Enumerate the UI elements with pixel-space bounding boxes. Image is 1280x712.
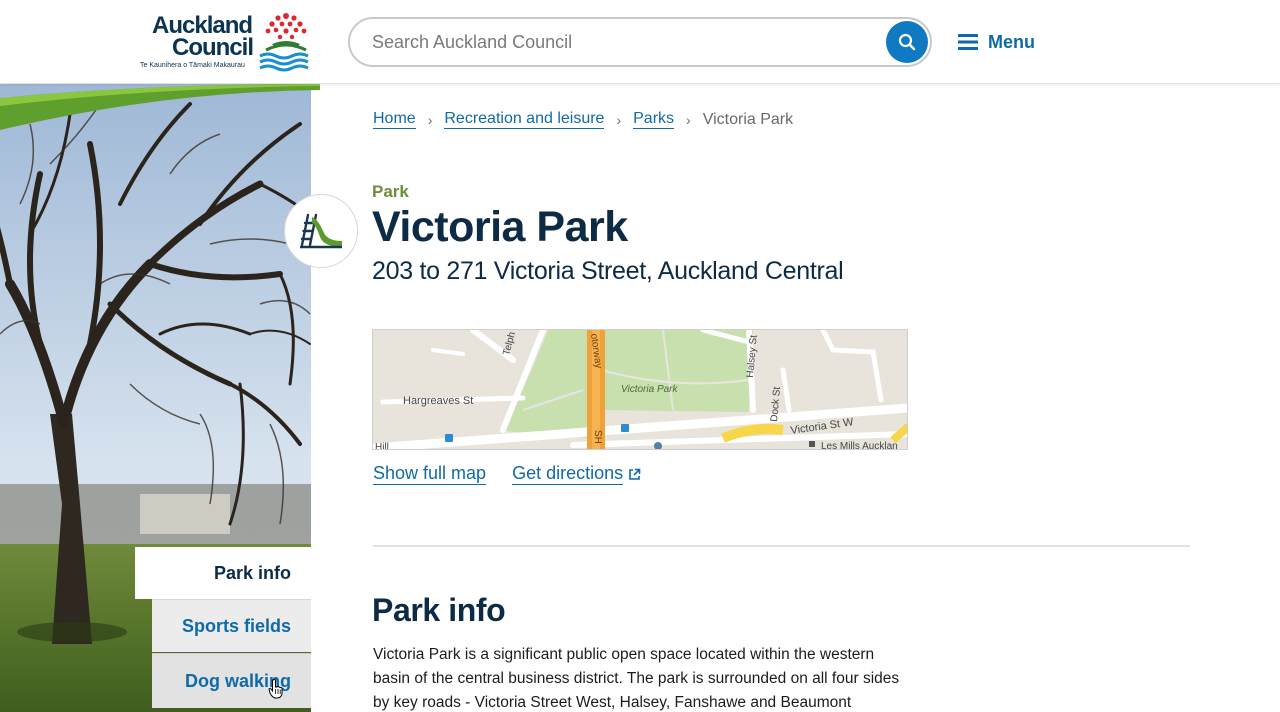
breadcrumb-parks[interactable]: Parks bbox=[633, 110, 675, 129]
pohutukawa-icon bbox=[259, 13, 309, 72]
location-map[interactable]: Victoria Park Hargreaves St Victoria St … bbox=[372, 329, 908, 450]
logo-tagline: Te Kaunihera o Tāmaki Makaurau bbox=[140, 62, 245, 69]
get-directions-link[interactable]: Get directions bbox=[512, 463, 641, 485]
map-label-sh: SH bbox=[592, 430, 603, 444]
playground-slide-icon bbox=[300, 213, 342, 249]
park-description: Victoria Park is a significant public op… bbox=[373, 646, 900, 711]
auckland-council-logo[interactable]: Auckland Council Te Kaunihera o Tāmaki M… bbox=[140, 10, 315, 72]
hamburger-icon bbox=[958, 34, 978, 50]
tab-dog-walking[interactable]: Dog walking bbox=[152, 653, 311, 708]
search-input[interactable] bbox=[372, 30, 872, 54]
page-category: Park bbox=[372, 182, 409, 201]
chevron-right-icon: › bbox=[427, 111, 433, 128]
search-icon bbox=[898, 33, 916, 51]
breadcrumb: Home › Recreation and leisure › Parks › … bbox=[373, 110, 793, 129]
park-address: 203 to 271 Victoria Street, Auckland Cen… bbox=[372, 257, 844, 285]
page-title: Victoria Park bbox=[372, 203, 628, 251]
breadcrumb-recreation[interactable]: Recreation and leisure bbox=[444, 110, 605, 129]
section-divider bbox=[373, 545, 1190, 547]
menu-button[interactable]: Menu bbox=[958, 28, 1035, 56]
map-label-hargreaves: Hargreaves St bbox=[403, 395, 473, 407]
breadcrumb-home[interactable]: Home bbox=[373, 110, 416, 129]
section-title: Park info bbox=[372, 592, 506, 628]
site-header: Auckland Council Te Kaunihera o Tāmaki M… bbox=[0, 0, 1280, 84]
map-label-park: Victoria Park bbox=[621, 384, 679, 395]
tab-sports-fields[interactable]: Sports fields bbox=[152, 599, 311, 652]
logo-line2: Council bbox=[172, 34, 254, 61]
show-full-map-link[interactable]: Show full map bbox=[373, 463, 487, 485]
hand-cursor-icon bbox=[268, 679, 283, 699]
menu-label: Menu bbox=[988, 31, 1035, 52]
map-label-hill: Hill bbox=[375, 442, 389, 450]
tab-park-info[interactable]: Park info bbox=[135, 547, 311, 599]
map-links: Show full map Get directions bbox=[373, 463, 641, 485]
search-box bbox=[348, 17, 932, 67]
external-link-icon bbox=[629, 468, 641, 480]
park-category-badge bbox=[284, 194, 358, 268]
breadcrumb-current: Victoria Park bbox=[702, 110, 794, 128]
get-directions-label: Get directions bbox=[512, 463, 624, 485]
chevron-right-icon: › bbox=[686, 111, 691, 128]
search-button[interactable] bbox=[886, 21, 928, 63]
map-label-les-mills: Les Mills Aucklan bbox=[821, 441, 898, 450]
green-swoosh-decoration bbox=[0, 84, 320, 130]
chevron-right-icon: › bbox=[616, 111, 622, 128]
